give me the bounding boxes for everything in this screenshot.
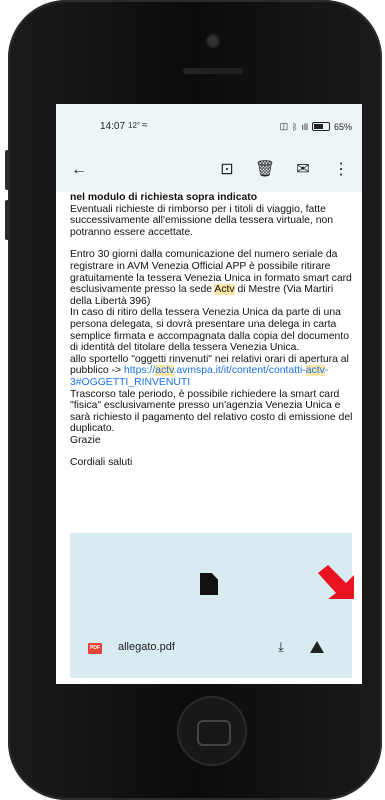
highlight-actv: Actv [214,284,235,296]
email-body: nel modulo di richiesta sopra indicato E… [70,192,356,469]
attachment-card[interactable]: PDF allegato.pdf ⤓ [70,533,352,678]
temperature-indicator: 12° [128,121,141,130]
volume-down-button [5,200,9,240]
nfc-icon: ◫ [279,121,289,131]
wifi-icon: ≈ [142,120,148,131]
red-arrow-annotation [318,565,354,599]
home-square-icon [197,720,231,746]
battery-percent: 65% [333,121,352,132]
email-thanks: Grazie [70,434,101,446]
status-bar: 14:07 12° ≈ ◫ ᛒ ıll 65% [56,104,362,152]
volume-up-button [5,150,9,190]
battery-icon [311,122,330,131]
email-paragraph-2: Entro 30 giorni dalla comunicazione del … [70,249,352,307]
home-button[interactable] [177,696,247,766]
phone-frame: 14:07 12° ≈ ◫ ᛒ ıll 65% ← ⊡ 🗑 ✉ ⋮ nel mo… [5,0,382,800]
email-paragraph-3: In caso di ritiro della tessera Venezia … [70,307,349,354]
delete-icon[interactable]: 🗑 [254,160,276,180]
email-paragraph-5: Trascorso tale periodo, è possibile rich… [70,388,353,435]
status-right: ◫ ᛒ ıll 65% [280,121,352,132]
email-bold-line: nel modulo di richiesta sopra indicato [70,192,258,203]
document-icon [200,573,218,595]
signal-icon: ıll [301,121,308,132]
front-camera [208,36,218,46]
email-paragraph-4: allo sportello "oggetti rinvenuti" nei r… [70,353,349,388]
mail-icon[interactable]: ✉ [292,160,314,180]
email-paragraph-1: Eventuali richieste di rimborso per i ti… [70,203,334,238]
archive-icon[interactable]: ⊡ [216,160,238,180]
attachment-filename: allegato.pdf [118,641,175,653]
email-closing: Cordiali saluti [70,457,133,469]
status-time: 14:07 [100,121,126,132]
download-icon[interactable]: ⤓ [278,639,284,655]
email-toolbar: ← ⊡ 🗑 ✉ ⋮ [56,152,362,192]
pdf-icon: PDF [88,643,102,654]
bluetooth-icon: ᛒ [292,121,298,132]
back-arrow-icon[interactable]: ← [68,160,90,180]
earpiece-speaker [183,68,243,74]
drive-icon[interactable] [310,641,324,653]
more-options-icon[interactable]: ⋮ [330,160,352,180]
